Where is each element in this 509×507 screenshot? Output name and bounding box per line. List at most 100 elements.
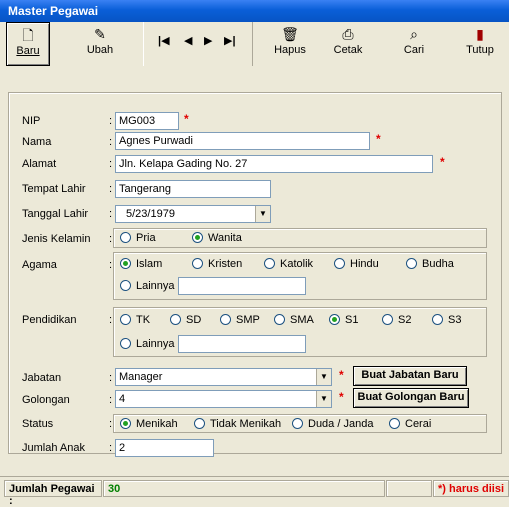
radio-dot xyxy=(192,258,203,269)
radio-label: Pria xyxy=(136,232,156,244)
tutup-button[interactable]: ▮ Tutup xyxy=(460,22,500,66)
agama-lainnya-input[interactable] xyxy=(178,277,306,295)
required-note: *) harus diisi xyxy=(433,480,509,497)
radio-sma[interactable]: SMA xyxy=(274,314,314,326)
radio-kristen[interactable]: Kristen xyxy=(192,258,242,270)
jabatan-value: Manager xyxy=(119,371,163,383)
required-mark: * xyxy=(440,155,445,169)
colon: : xyxy=(109,259,113,271)
radio-dot xyxy=(170,314,181,325)
colon: : xyxy=(109,394,113,406)
required-mark: * xyxy=(184,112,189,126)
cari-button[interactable]: ⌕ Cari xyxy=(394,22,434,66)
alamat-label: Alamat xyxy=(22,158,57,170)
radio-s1[interactable]: S1 xyxy=(329,314,358,326)
radio-tidak-menikah[interactable]: Tidak Menikah xyxy=(194,418,281,430)
radio-agama-lainnya[interactable]: Lainnya : xyxy=(120,280,181,292)
jenis-kelamin-label: Jenis Kelamin xyxy=(22,233,91,245)
ubah-button[interactable]: ✎ Ubah xyxy=(80,22,120,66)
pendidikan-group: TK SD SMP SMA S1 S2 S3 Lainnya : xyxy=(113,307,487,357)
tempat-lahir-input[interactable]: Tangerang xyxy=(115,180,271,198)
colon: : xyxy=(109,115,113,127)
buat-jabatan-baru-button[interactable]: Buat Jabatan Baru xyxy=(353,366,467,386)
colon: : xyxy=(109,158,113,170)
radio-pria[interactable]: Pria xyxy=(120,232,156,244)
radio-dot xyxy=(120,338,131,349)
chevron-down-icon[interactable]: ▼ xyxy=(316,391,331,407)
radio-cerai[interactable]: Cerai xyxy=(389,418,431,430)
exit-door-icon: ▮ xyxy=(476,26,484,42)
golongan-value: 4 xyxy=(119,393,126,405)
window-title: Master Pegawai xyxy=(8,4,99,18)
radio-duda-janda[interactable]: Duda / Janda xyxy=(292,418,373,430)
radio-label: Lainnya : xyxy=(136,338,181,350)
radio-label: S3 xyxy=(448,314,462,326)
radio-dot xyxy=(292,418,303,429)
tanggal-lahir-datepicker[interactable]: 5/23/1979 ▼ xyxy=(115,205,271,223)
pendidikan-label: Pendidikan xyxy=(22,314,77,326)
radio-label: TK xyxy=(136,314,151,326)
chevron-down-icon[interactable]: ▼ xyxy=(316,369,331,385)
tanggal-lahir-label: Tanggal Lahir xyxy=(22,208,89,220)
radio-pendidikan-lainnya[interactable]: Lainnya : xyxy=(120,338,181,350)
radio-label: Cerai xyxy=(405,418,432,430)
radio-dot xyxy=(220,314,231,325)
cari-label: Cari xyxy=(403,44,425,56)
radio-smp[interactable]: SMP xyxy=(220,314,260,326)
radio-label: SMA xyxy=(290,314,314,326)
nama-input[interactable]: Agnes Purwadi xyxy=(115,132,370,150)
jabatan-select[interactable]: Manager ▼ xyxy=(115,368,332,386)
colon: : xyxy=(109,442,113,454)
radio-dot xyxy=(334,258,345,269)
alamat-input[interactable]: Jln. Kelapa Gading No. 27 xyxy=(115,155,433,173)
agama-group: Islam Kristen Katolik Hindu Budha Lainny… xyxy=(113,252,487,300)
jabatan-label: Jabatan xyxy=(22,372,62,384)
radio-dot xyxy=(432,314,443,325)
jumlah-pegawai-count: 30 xyxy=(103,480,385,497)
radio-label: Menikah xyxy=(136,418,178,430)
status-bar: Jumlah Pegawai : 30 *) harus diisi xyxy=(0,476,509,507)
colon: : xyxy=(109,418,113,430)
jumlah-pegawai-label: Jumlah Pegawai : xyxy=(4,480,102,507)
radio-islam[interactable]: Islam xyxy=(120,258,162,270)
next-record-icon[interactable]: ▶ xyxy=(204,34,212,47)
radio-s3[interactable]: S3 xyxy=(432,314,461,326)
golongan-label: Golongan xyxy=(22,394,70,406)
pendidikan-lainnya-input[interactable] xyxy=(178,335,306,353)
radio-budha[interactable]: Budha xyxy=(406,258,454,270)
golongan-select[interactable]: 4 ▼ xyxy=(115,390,332,408)
radio-hindu[interactable]: Hindu xyxy=(334,258,379,270)
status-label: Status xyxy=(22,418,54,430)
radio-menikah[interactable]: Menikah xyxy=(120,418,178,430)
tutup-label: Tutup xyxy=(466,44,494,56)
radio-label: SD xyxy=(186,314,202,326)
radio-dot xyxy=(120,314,131,325)
previous-record-icon[interactable]: ◀ xyxy=(184,34,192,47)
buat-golongan-baru-button[interactable]: Buat Golongan Baru xyxy=(353,388,469,408)
radio-wanita[interactable]: Wanita xyxy=(192,232,242,244)
radio-label: S1 xyxy=(345,314,359,326)
last-record-icon[interactable]: ▶| xyxy=(224,34,236,47)
radio-label: Wanita xyxy=(208,232,242,244)
radio-dot xyxy=(194,418,205,429)
radio-label: Islam xyxy=(136,258,163,270)
nip-input[interactable]: MG003 xyxy=(115,112,179,130)
baru-button[interactable]: 🗋 Baru xyxy=(6,22,50,66)
radio-sd[interactable]: SD xyxy=(170,314,201,326)
jumlah-anak-input[interactable]: 2 xyxy=(115,439,214,457)
radio-tk[interactable]: TK xyxy=(120,314,150,326)
status-group: Menikah Tidak Menikah Duda / Janda Cerai xyxy=(113,414,487,433)
jenis-kelamin-group: Pria Wanita xyxy=(113,228,487,248)
chevron-down-icon[interactable]: ▼ xyxy=(255,206,270,222)
radio-dot xyxy=(382,314,393,325)
radio-dot-selected xyxy=(192,232,203,243)
radio-label: SMP xyxy=(236,314,260,326)
nama-label: Nama xyxy=(22,136,52,148)
hapus-button[interactable]: 🗑 Hapus xyxy=(270,22,310,66)
cetak-button[interactable]: ⎙ Cetak xyxy=(328,22,368,66)
first-record-icon[interactable]: |◀ xyxy=(158,34,170,47)
radio-dot xyxy=(120,280,131,291)
radio-katolik[interactable]: Katolik xyxy=(264,258,313,270)
radio-s2[interactable]: S2 xyxy=(382,314,411,326)
colon: : xyxy=(109,372,113,384)
